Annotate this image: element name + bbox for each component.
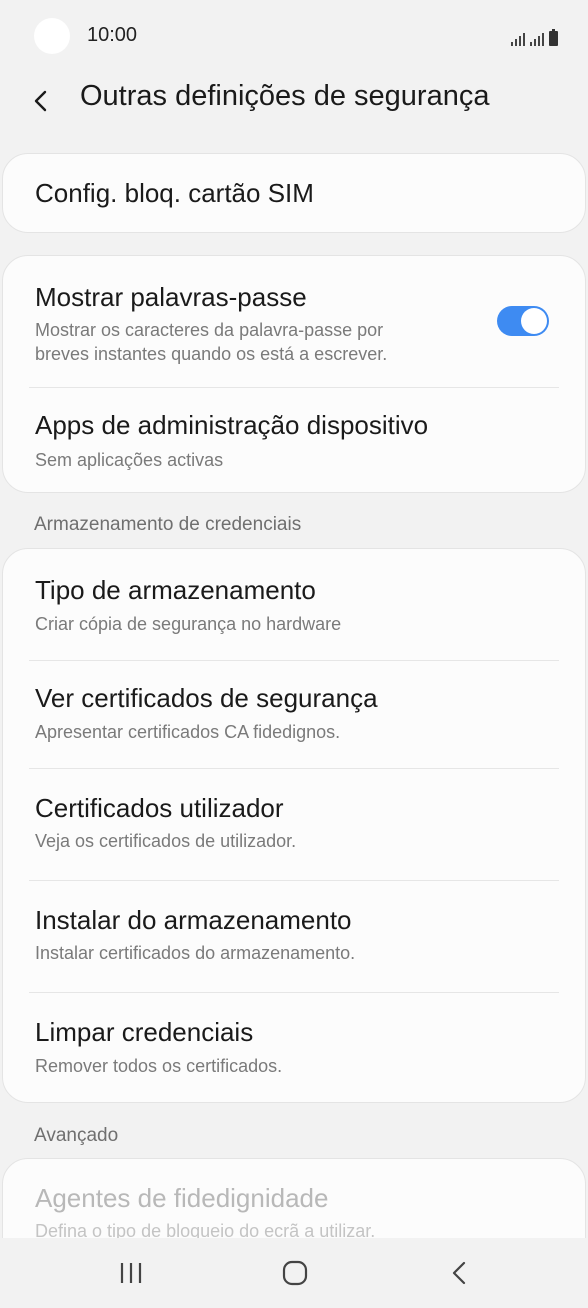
notification-indicator — [34, 18, 70, 54]
view-certificates-title: Ver certificados de segurança — [35, 683, 378, 713]
show-passwords-subtitle: Mostrar os caracteres da palavra-passe p… — [35, 320, 384, 340]
recents-button[interactable] — [111, 1256, 151, 1290]
app-header: Outras definições de segurança — [0, 72, 588, 142]
page-title: Outras definições de segurança — [80, 80, 490, 112]
device-admin-title: Apps de administração dispositivo — [35, 410, 429, 440]
user-certificates-item[interactable]: Certificados utilizador Veja os certific… — [3, 769, 585, 880]
install-from-storage-subtitle: Instalar certificados do armazenamento. — [35, 943, 356, 963]
user-certificates-subtitle: Veja os certificados de utilizador. — [35, 831, 297, 851]
sim-lock-item[interactable]: Config. bloq. cartão SIM — [2, 153, 586, 233]
show-passwords-subtitle-2: breves instantes quando os está a escrev… — [35, 344, 388, 364]
credential-storage-card: Tipo de armazenamento Criar cópia de seg… — [2, 548, 586, 1103]
install-from-storage-item[interactable]: Instalar do armazenamento Instalar certi… — [3, 881, 585, 992]
device-admin-item[interactable]: Apps de administração dispositivo Sem ap… — [3, 388, 585, 493]
show-passwords-item[interactable]: Mostrar palavras-passe Mostrar os caract… — [3, 256, 585, 386]
show-passwords-title: Mostrar palavras-passe — [35, 282, 307, 312]
recents-icon — [120, 1263, 142, 1283]
nav-back-button[interactable] — [440, 1256, 480, 1290]
device-admin-subtitle: Sem aplicações activas — [35, 450, 224, 470]
show-passwords-toggle[interactable] — [497, 306, 549, 336]
view-certificates-subtitle: Apresentar certificados CA fidedignos. — [35, 722, 341, 742]
status-icons — [511, 24, 558, 46]
battery-icon — [549, 29, 558, 46]
clear-credentials-item[interactable]: Limpar credenciais Remover todos os cert… — [3, 993, 585, 1103]
storage-type-title: Tipo de armazenamento — [35, 575, 316, 605]
back-icon — [452, 1261, 466, 1285]
status-bar: 10:00 — [0, 0, 588, 72]
home-button[interactable] — [275, 1256, 315, 1290]
section-label-credentials: Armazenamento de credenciais — [34, 514, 302, 535]
trust-agents-title: Agentes de fidedignidade — [35, 1183, 329, 1213]
status-time: 10:00 — [87, 24, 138, 46]
chevron-left-icon — [34, 90, 47, 112]
storage-type-subtitle: Criar cópia de segurança no hardware — [35, 614, 342, 634]
storage-type-item[interactable]: Tipo de armazenamento Criar cópia de seg… — [3, 549, 585, 660]
toggle-knob — [521, 308, 547, 334]
section-label-advanced: Avançado — [34, 1125, 119, 1146]
home-icon — [282, 1260, 308, 1286]
user-certificates-title: Certificados utilizador — [35, 793, 284, 823]
clear-credentials-subtitle: Remover todos os certificados. — [35, 1056, 283, 1076]
navigation-bar — [0, 1238, 588, 1308]
password-settings-card: Mostrar palavras-passe Mostrar os caract… — [2, 255, 586, 493]
signal-icon — [530, 30, 544, 46]
clear-credentials-title: Limpar credenciais — [35, 1017, 254, 1047]
sim-lock-title: Config. bloq. cartão SIM — [35, 178, 314, 208]
install-from-storage-title: Instalar do armazenamento — [35, 905, 352, 935]
view-certificates-item[interactable]: Ver certificados de segurança Apresentar… — [3, 661, 585, 768]
signal-icon — [511, 30, 525, 46]
back-button[interactable] — [26, 80, 66, 120]
